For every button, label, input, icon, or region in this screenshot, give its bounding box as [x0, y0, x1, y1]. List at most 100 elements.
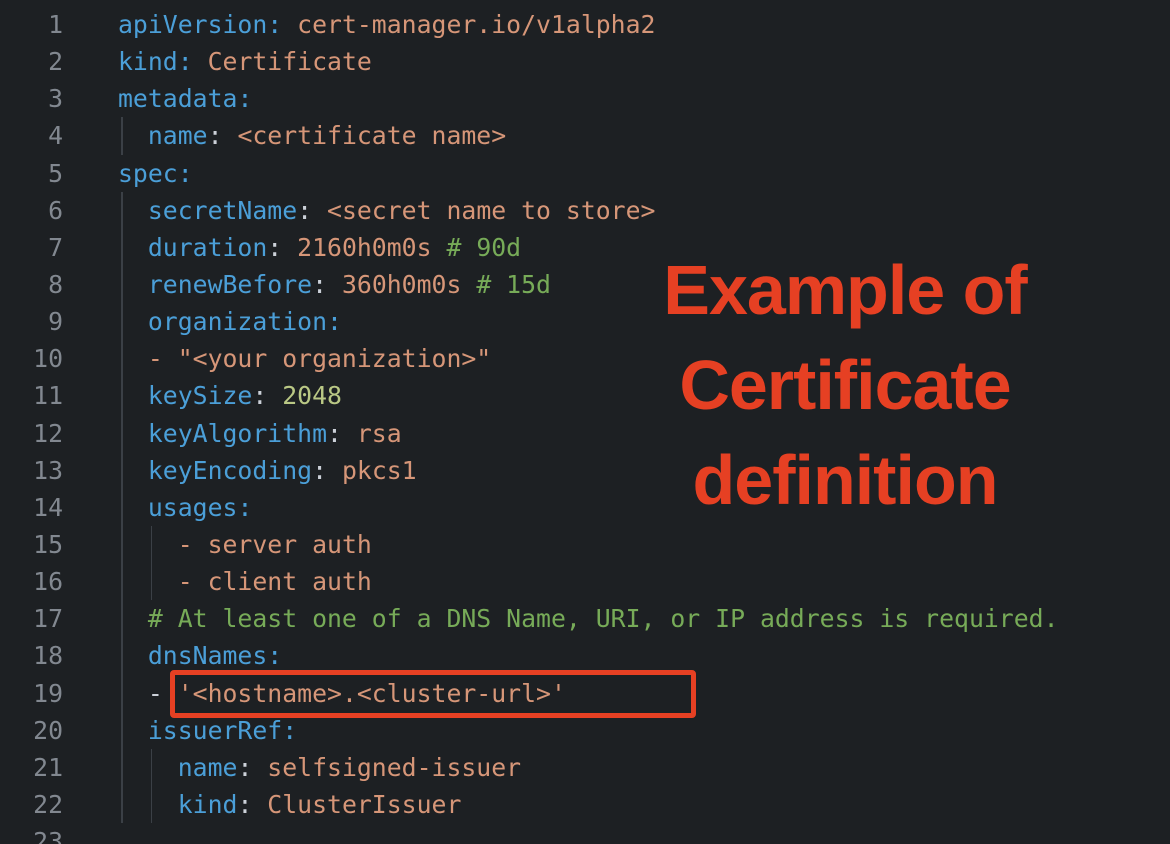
code-token: : — [312, 270, 327, 299]
indent-guide — [121, 489, 123, 526]
line-number: 11 — [0, 377, 63, 414]
code-token: name — [148, 121, 208, 150]
indent-guide — [121, 340, 123, 377]
annotation-line: Certificate — [615, 338, 1075, 433]
indent-guide — [121, 749, 123, 786]
code-token — [118, 790, 178, 819]
highlight-box — [170, 670, 696, 718]
code-token: - server auth — [178, 530, 372, 559]
line-number: 9 — [0, 303, 63, 340]
indent-guide — [151, 563, 153, 600]
code-token: apiVersion — [118, 10, 267, 39]
code-line: 2 kind: Certificate — [0, 43, 1170, 80]
code-token: : — [297, 196, 312, 225]
code-line: 21 name: selfsigned-issuer — [0, 749, 1170, 786]
code-token: keySize — [148, 381, 253, 410]
yaml-editor-screenshot: 1 apiVersion: cert-manager.io/v1alpha2 2 ki… — [0, 0, 1170, 844]
code-token: organization — [148, 307, 327, 336]
code-token: <secret name to store> — [312, 196, 655, 225]
code-line-content: - client auth — [118, 563, 1170, 600]
code-line: 18 dnsNames: — [0, 637, 1170, 674]
code-token: 2048 — [267, 381, 342, 410]
code-line: 15 - server auth — [0, 526, 1170, 563]
line-number: 2 — [0, 43, 63, 80]
code-line-content: apiVersion: cert-manager.io/v1alpha2 — [118, 6, 1170, 43]
indent-guide — [121, 712, 123, 749]
indent-guide — [121, 637, 123, 674]
code-token: ClusterIssuer — [252, 790, 461, 819]
code-token: : — [282, 716, 297, 745]
code-token: keyEncoding — [148, 456, 312, 485]
line-number: 4 — [0, 117, 63, 154]
code-line: 3 metadata: — [0, 80, 1170, 117]
code-line-content: dnsNames: — [118, 637, 1170, 674]
indent-guide — [121, 377, 123, 414]
code-line: 1 apiVersion: cert-manager.io/v1alpha2 — [0, 6, 1170, 43]
code-token: dnsNames — [148, 641, 267, 670]
code-token: selfsigned-issuer — [252, 753, 521, 782]
code-line-content: kind: ClusterIssuer — [118, 786, 1170, 823]
code-line: 4 name: <certificate name> — [0, 117, 1170, 154]
indent-guide — [121, 786, 123, 823]
indent-guide — [121, 600, 123, 637]
code-token: - "<your organization>" — [148, 344, 491, 373]
indent-guide — [121, 526, 123, 563]
code-token: : — [312, 456, 327, 485]
code-line: 5spec: — [0, 155, 1170, 192]
code-token: : — [267, 233, 282, 262]
indent-guide — [121, 229, 123, 266]
line-number: 3 — [0, 80, 63, 117]
code-token: : — [237, 753, 252, 782]
code-line-content: - server auth — [118, 526, 1170, 563]
code-token: # 90d — [446, 233, 521, 262]
annotation-text: Example of Certificate definition — [615, 243, 1075, 528]
code-token: name — [178, 753, 238, 782]
line-number: 13 — [0, 452, 63, 489]
line-number: 16 — [0, 563, 63, 600]
code-token — [118, 567, 178, 596]
line-number: 17 — [0, 600, 63, 637]
code-token: : — [237, 84, 252, 113]
indent-guide — [151, 526, 153, 563]
code-token: duration — [148, 233, 267, 262]
line-number: 20 — [0, 712, 63, 749]
code-line-content: metadata: — [118, 80, 1170, 117]
line-number: 19 — [0, 675, 63, 712]
code-token — [118, 753, 178, 782]
line-number: 18 — [0, 637, 63, 674]
code-token: : — [252, 381, 267, 410]
code-line: 22 kind: ClusterIssuer — [0, 786, 1170, 823]
code-token: : — [237, 790, 252, 819]
indent-guide — [121, 303, 123, 340]
code-line-content: # At least one of a DNS Name, URI, or IP… — [118, 600, 1170, 637]
line-number: 1 — [0, 6, 63, 43]
indent-guide — [121, 415, 123, 452]
line-number: 6 — [0, 192, 63, 229]
code-token: secretName — [148, 196, 297, 225]
code-token: <certificate name> — [223, 121, 507, 150]
line-number: 7 — [0, 229, 63, 266]
code-token: cert-manager.io/v1alpha2 — [282, 10, 655, 39]
code-line: 17 # At least one of a DNS Name, URI, or… — [0, 600, 1170, 637]
line-number: 14 — [0, 489, 63, 526]
code-token: - — [118, 679, 178, 708]
indent-guide — [151, 786, 153, 823]
code-token: : — [267, 10, 282, 39]
code-token: # At least one of a DNS Name, URI, or IP… — [148, 604, 1059, 633]
code-token: # 15d — [476, 270, 551, 299]
code-token: renewBefore — [148, 270, 312, 299]
code-token — [118, 530, 178, 559]
annotation-line: Example of — [615, 243, 1075, 338]
code-token: : — [237, 493, 252, 522]
code-token: : — [208, 121, 223, 150]
code-token: - client auth — [178, 567, 372, 596]
code-token: kind — [118, 47, 178, 76]
code-token: : — [178, 47, 193, 76]
code-line: 16 - client auth — [0, 563, 1170, 600]
code-token: rsa — [342, 419, 402, 448]
code-token: : — [327, 307, 342, 336]
code-line-content: secretName: <secret name to store> — [118, 192, 1170, 229]
code-token: Certificate — [193, 47, 372, 76]
code-line-content: kind: Certificate — [118, 43, 1170, 80]
code-token: issuerRef — [148, 716, 282, 745]
